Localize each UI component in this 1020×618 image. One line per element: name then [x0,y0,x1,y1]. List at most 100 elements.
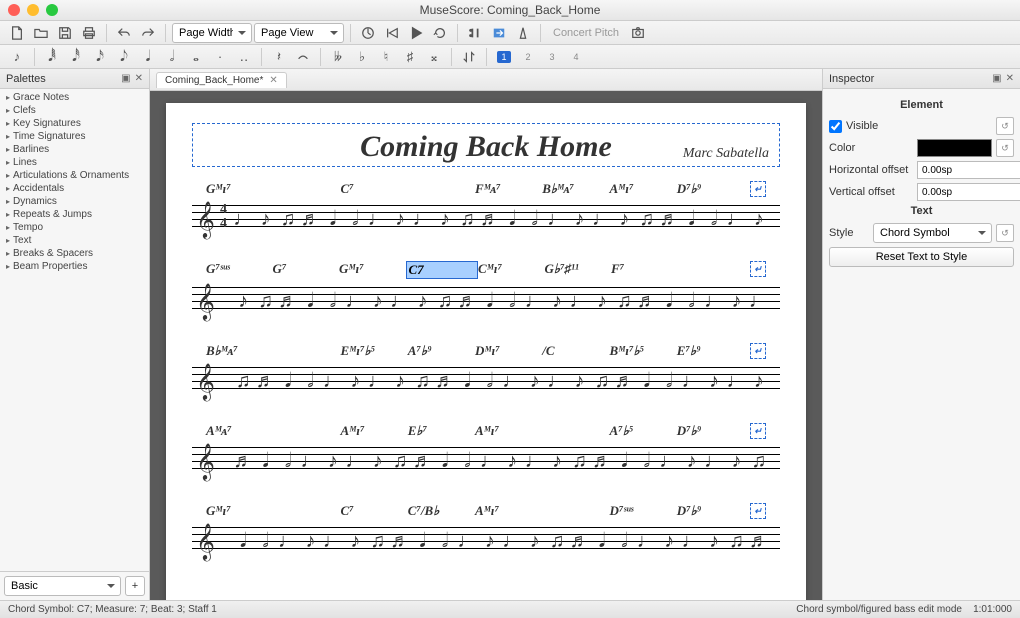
note[interactable]: ♪ [367,450,389,473]
duration-half-button[interactable]: 𝅗𝅥 [161,47,183,67]
note[interactable]: ♪ [725,450,747,473]
h-offset-input[interactable] [917,161,1020,179]
note[interactable]: ♬ [748,530,770,553]
chord-symbol[interactable]: Cᴹɪ⁷ [478,261,545,279]
chord-symbol[interactable]: G♭⁷♯¹¹ [545,261,612,279]
note[interactable]: 𝅘𝅥 [636,370,658,393]
palette-item[interactable]: Key Signatures [0,117,149,130]
note[interactable]: 𝅘𝅥 [456,370,478,393]
note[interactable]: ♪ [367,290,389,313]
note[interactable]: 𝅘𝅥 [411,530,433,553]
note[interactable]: ♪ [613,208,635,231]
note[interactable]: ♪ [299,530,321,553]
note[interactable]: 𝅘𝅥 [299,290,321,313]
palette-item[interactable]: Accidentals [0,182,149,195]
note[interactable]: 𝅘𝅥 [613,450,635,473]
duration-quarter-button[interactable]: 𝅘𝅥 [137,47,159,67]
chord-symbol[interactable]: D⁷ˢᵘˢ [610,503,677,519]
note[interactable]: ♩ [523,450,545,473]
note[interactable]: ♬ [232,450,254,473]
chord-symbol[interactable]: G⁷ˢᵘˢ [206,261,273,279]
note[interactable]: ♪ [344,530,366,553]
duration-double-dot-button[interactable]: ‥ [233,47,255,67]
staff[interactable]: 𝄞♫♬𝅘𝅥𝅗𝅥♩♪♩♪♫♬𝅘𝅥𝅗𝅥♩♪♩♪♫♬𝅘𝅥𝅗𝅥♩♪♩♪ [192,361,780,401]
note[interactable]: ♩ [389,290,411,313]
note[interactable]: ♪ [523,530,545,553]
note[interactable]: ♩ [636,530,658,553]
palette-item[interactable]: Barlines [0,143,149,156]
chord-symbol[interactable]: Gᴹɪ⁷ [206,503,273,519]
chord-symbol[interactable]: C⁷ [341,503,408,519]
note[interactable]: ♩ [658,450,680,473]
note[interactable]: ♬ [479,208,501,231]
note[interactable]: ♫ [546,530,568,553]
note[interactable]: ♪ [725,290,747,313]
loop-button[interactable] [429,23,451,43]
chord-symbol[interactable]: /C [542,343,609,359]
note[interactable]: ♫ [725,530,747,553]
color-swatch[interactable] [917,139,992,157]
chord-symbol[interactable] [273,181,340,197]
note[interactable]: ♪ [411,290,433,313]
flat-button[interactable]: ♭ [351,47,373,67]
chord-symbol[interactable]: Gᴹɪ⁷ [206,181,273,197]
palette-item[interactable]: Breaks & Spacers [0,247,149,260]
system-break-icon[interactable]: ↵ [750,423,766,439]
note[interactable]: ♩ [680,530,702,553]
duration-16th-button[interactable]: 𝅘𝅥𝅯 [89,47,111,67]
duration-64th-button[interactable]: 𝅘𝅥𝅱 [41,47,63,67]
undock-inspector-icon[interactable]: ▣ [992,73,1001,84]
note[interactable]: ♪ [523,370,545,393]
note[interactable]: ♫ [411,370,433,393]
note[interactable]: ♬ [299,208,321,231]
note[interactable]: 𝅗𝅥 [658,370,680,393]
note[interactable]: ♬ [568,530,590,553]
note[interactable]: ♩ [725,370,747,393]
close-inspector-icon[interactable]: ✕ [1006,73,1014,84]
note[interactable]: 𝅘𝅥 [254,450,276,473]
note[interactable]: ♪ [501,450,523,473]
note[interactable]: ♪ [389,370,411,393]
chord-symbol[interactable]: B♭ᴹᴀ⁷ [206,343,273,359]
note[interactable]: ♩ [456,530,478,553]
title-frame[interactable]: Coming Back Home Marc Sabatella [192,123,780,167]
note[interactable]: ♫ [591,370,613,393]
chord-symbol[interactable] [542,503,609,519]
chord-symbol[interactable]: D⁷♭⁹ [677,423,744,439]
note[interactable]: ♫ [748,450,770,473]
note[interactable]: 𝅗𝅥 [456,450,478,473]
duration-32nd-button[interactable]: 𝅘𝅥𝅰 [65,47,87,67]
score-viewport[interactable]: Coming Back Home Marc Sabatella Gᴹɪ⁷C⁷Fᴹ… [150,91,822,600]
visible-checkbox[interactable] [829,120,842,133]
note[interactable]: ♫ [277,208,299,231]
note[interactable]: ♪ [680,450,702,473]
note[interactable]: ♩ [344,450,366,473]
chord-symbol[interactable]: Eᴹɪ⁷♭⁵ [341,343,408,359]
double-flat-button[interactable]: 𝄫 [327,47,349,67]
open-file-button[interactable] [30,23,52,43]
note[interactable]: 𝅘𝅥 [680,208,702,231]
note[interactable]: ♩ [591,208,613,231]
note[interactable]: ♩ [546,208,568,231]
text-style-select[interactable]: Chord Symbol [873,223,992,243]
chord-symbol[interactable] [542,423,609,439]
undo-button[interactable] [113,23,135,43]
note[interactable]: ♬ [434,370,456,393]
chord-symbol[interactable]: D⁷♭⁹ [677,503,744,519]
system-break-icon[interactable]: ↵ [750,181,766,197]
duration-8th-button[interactable]: 𝅘𝅥𝅮 [113,47,135,67]
note[interactable]: 𝅗𝅥 [613,530,635,553]
palette-item[interactable]: Dynamics [0,195,149,208]
note[interactable]: ♩ [703,290,725,313]
print-button[interactable] [78,23,100,43]
note[interactable]: 𝅗𝅥 [703,208,725,231]
chord-symbol[interactable]: B♭ᴹᴀ⁷ [542,181,609,197]
note[interactable]: ♪ [546,450,568,473]
note[interactable]: ♪ [748,370,770,393]
save-button[interactable] [54,23,76,43]
rewind-button[interactable] [381,23,403,43]
v-offset-input[interactable] [917,183,1020,201]
concert-pitch-label[interactable]: Concert Pitch [547,27,625,39]
note[interactable]: ♪ [479,530,501,553]
repeat-toggle-button[interactable] [464,23,486,43]
